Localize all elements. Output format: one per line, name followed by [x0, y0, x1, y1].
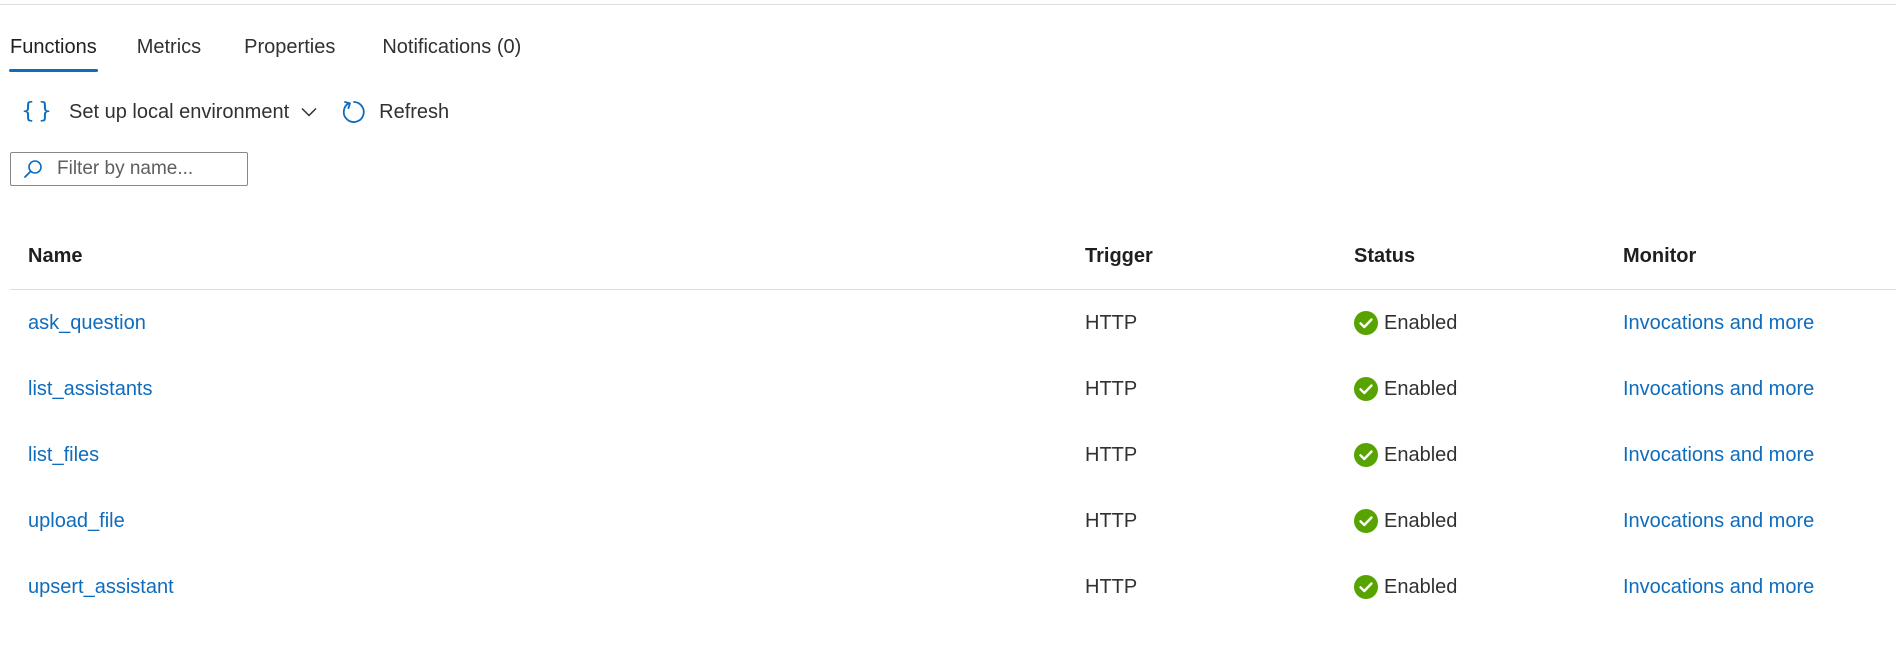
monitor-link[interactable]: Invocations and more: [1623, 422, 1814, 488]
tab-properties[interactable]: Properties: [244, 34, 335, 72]
status-cell: Enabled: [1354, 356, 1457, 422]
trigger-cell: HTTP: [1085, 509, 1138, 532]
function-name-link[interactable]: upload_file: [28, 488, 125, 554]
search-icon: [23, 159, 43, 179]
filter-by-name-input[interactable]: [57, 158, 217, 180]
refresh-label: Refresh: [379, 100, 450, 123]
setup-local-environment-button[interactable]: {} Set up local environment: [21, 101, 317, 124]
refresh-icon: [341, 99, 367, 125]
braces-icon: {}: [21, 99, 55, 124]
function-name-link[interactable]: list_assistants: [28, 356, 153, 422]
command-bar: {} Set up local environment Refresh: [21, 95, 449, 129]
table-row: list_files HTTP Enabled Invocations and …: [10, 422, 1896, 488]
table-row: upload_file HTTP Enabled Invocations and…: [10, 488, 1896, 554]
function-name-link[interactable]: ask_question: [28, 290, 146, 356]
setup-local-environment-label: Set up local environment: [69, 100, 290, 123]
status-label: Enabled: [1384, 575, 1458, 598]
column-header-status[interactable]: Status: [1354, 245, 1415, 268]
status-label: Enabled: [1384, 443, 1458, 466]
column-header-trigger[interactable]: Trigger: [1085, 245, 1153, 268]
table-row: upsert_assistant HTTP Enabled Invocation…: [10, 554, 1896, 620]
status-cell: Enabled: [1354, 488, 1457, 554]
status-cell: Enabled: [1354, 554, 1457, 620]
monitor-link[interactable]: Invocations and more: [1623, 356, 1814, 422]
trigger-cell: HTTP: [1085, 443, 1138, 466]
monitor-link[interactable]: Invocations and more: [1623, 554, 1814, 620]
filter-box: [10, 152, 248, 186]
refresh-button[interactable]: Refresh: [341, 99, 449, 125]
table-header: Name Trigger Status Monitor: [10, 232, 1896, 290]
status-cell: Enabled: [1354, 422, 1457, 488]
status-label: Enabled: [1384, 311, 1458, 334]
monitor-link[interactable]: Invocations and more: [1623, 290, 1814, 356]
status-cell: Enabled: [1354, 290, 1457, 356]
table-row: list_assistants HTTP Enabled Invocations…: [10, 356, 1896, 422]
tab-bar: Functions Metrics Properties Notificatio…: [9, 34, 521, 74]
function-name-link[interactable]: upsert_assistant: [28, 554, 174, 620]
functions-table: Name Trigger Status Monitor ask_question…: [10, 232, 1896, 620]
column-header-name[interactable]: Name: [28, 245, 82, 268]
checkmark-circle-icon: [1354, 377, 1378, 401]
trigger-cell: HTTP: [1085, 377, 1138, 400]
checkmark-circle-icon: [1354, 509, 1378, 533]
status-label: Enabled: [1384, 509, 1458, 532]
monitor-link[interactable]: Invocations and more: [1623, 488, 1814, 554]
tab-metrics[interactable]: Metrics: [137, 34, 201, 72]
column-header-monitor[interactable]: Monitor: [1623, 245, 1696, 268]
trigger-cell: HTTP: [1085, 575, 1138, 598]
chevron-down-icon: [301, 107, 317, 117]
checkmark-circle-icon: [1354, 575, 1378, 599]
checkmark-circle-icon: [1354, 443, 1378, 467]
function-name-link[interactable]: list_files: [28, 422, 99, 488]
table-row: ask_question HTTP Enabled Invocations an…: [10, 290, 1896, 356]
tab-notifications[interactable]: Notifications (0): [382, 34, 521, 72]
tab-functions[interactable]: Functions: [9, 34, 98, 72]
top-divider: [0, 4, 1896, 5]
trigger-cell: HTTP: [1085, 311, 1138, 334]
status-label: Enabled: [1384, 377, 1458, 400]
checkmark-circle-icon: [1354, 311, 1378, 335]
